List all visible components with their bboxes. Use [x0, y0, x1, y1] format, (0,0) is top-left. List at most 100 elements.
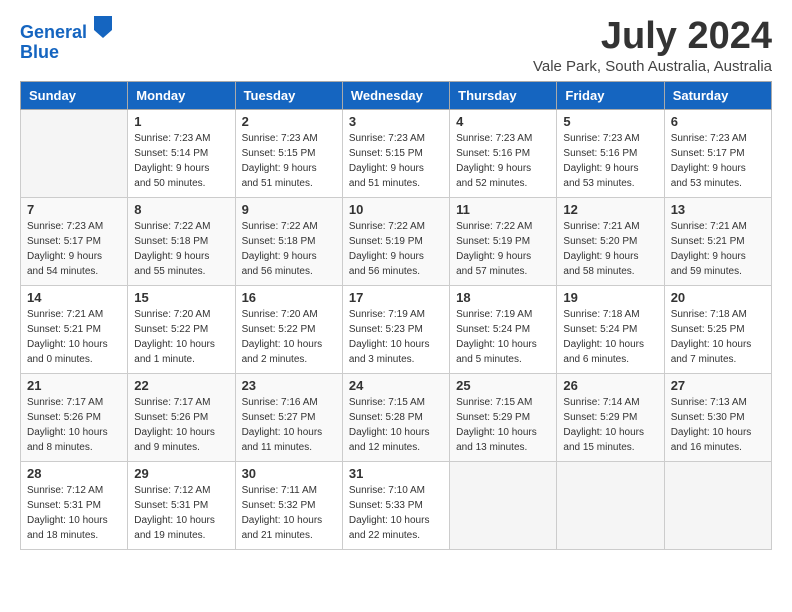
day-cell: 25 Sunrise: 7:15 AM Sunset: 5:29 PM Dayli… — [450, 373, 557, 461]
day-info: Sunrise: 7:18 AM Sunset: 5:25 PM Dayligh… — [671, 307, 765, 367]
day-cell: 22 Sunrise: 7:17 AM Sunset: 5:26 PM Dayli… — [128, 373, 235, 461]
day-cell: 30Sunrise: 7:11 AM Sunset: 5:32 PM Dayli… — [235, 461, 342, 549]
day-number: 21 — [27, 378, 121, 393]
month-title: July 2024 — [533, 16, 772, 58]
day-info: Sunrise: 7:17 AM Sunset: 5:26 PM Dayligh… — [27, 395, 121, 455]
day-number: 31 — [349, 466, 443, 481]
day-number: 22 — [134, 378, 228, 393]
day-info: Sunrise: 7:11 AM Sunset: 5:32 PM Dayligh… — [242, 483, 336, 543]
day-info: Sunrise: 7:15 AM Sunset: 5:28 PM Dayligh… — [349, 395, 443, 455]
day-cell: 9Sunrise: 7:22 AM Sunset: 5:18 PM Daylig… — [235, 197, 342, 285]
day-info: Sunrise: 7:23 AM Sunset: 5:16 PM Dayligh… — [456, 131, 550, 191]
day-cell: 29Sunrise: 7:12 AM Sunset: 5:31 PM Dayli… — [128, 461, 235, 549]
day-info: Sunrise: 7:17 AM Sunset: 5:26 PM Dayligh… — [134, 395, 228, 455]
day-cell: 24 Sunrise: 7:15 AM Sunset: 5:28 PM Dayli… — [342, 373, 449, 461]
day-number: 27 — [671, 378, 765, 393]
day-cell: 7 Sunrise: 7:23 AM Sunset: 5:17 PM Daylig… — [21, 197, 128, 285]
week-row-2: 7 Sunrise: 7:23 AM Sunset: 5:17 PM Daylig… — [21, 197, 772, 285]
day-info: Sunrise: 7:12 AM Sunset: 5:31 PM Dayligh… — [134, 483, 228, 543]
day-number: 23 — [242, 378, 336, 393]
day-info: Sunrise: 7:16 AM Sunset: 5:27 PM Dayligh… — [242, 395, 336, 455]
day-number: 20 — [671, 290, 765, 305]
col-header-sunday: Sunday — [21, 81, 128, 109]
day-cell: 8Sunrise: 7:22 AM Sunset: 5:18 PM Daylig… — [128, 197, 235, 285]
logo-blue: Blue — [20, 43, 112, 63]
day-cell: 21 Sunrise: 7:17 AM Sunset: 5:26 PM Dayli… — [21, 373, 128, 461]
day-info: Sunrise: 7:19 AM Sunset: 5:24 PM Dayligh… — [456, 307, 550, 367]
day-info: Sunrise: 7:13 AM Sunset: 5:30 PM Dayligh… — [671, 395, 765, 455]
day-info: Sunrise: 7:22 AM Sunset: 5:19 PM Dayligh… — [349, 219, 443, 279]
day-info: Sunrise: 7:10 AM Sunset: 5:33 PM Dayligh… — [349, 483, 443, 543]
day-cell: 5Sunrise: 7:23 AM Sunset: 5:16 PM Daylig… — [557, 109, 664, 197]
day-cell: 27 Sunrise: 7:13 AM Sunset: 5:30 PM Dayli… — [664, 373, 771, 461]
day-cell: 28Sunrise: 7:12 AM Sunset: 5:31 PM Dayli… — [21, 461, 128, 549]
day-number: 5 — [563, 114, 657, 129]
day-info: Sunrise: 7:22 AM Sunset: 5:18 PM Dayligh… — [134, 219, 228, 279]
day-info: Sunrise: 7:23 AM Sunset: 5:17 PM Dayligh… — [671, 131, 765, 191]
day-number: 19 — [563, 290, 657, 305]
day-number: 24 — [349, 378, 443, 393]
day-number: 1 — [134, 114, 228, 129]
day-cell: 17Sunrise: 7:19 AM Sunset: 5:23 PM Dayli… — [342, 285, 449, 373]
day-cell: 12 Sunrise: 7:21 AM Sunset: 5:20 PM Dayli… — [557, 197, 664, 285]
day-cell: 14 Sunrise: 7:21 AM Sunset: 5:21 PM Dayli… — [21, 285, 128, 373]
day-cell: 3 Sunrise: 7:23 AM Sunset: 5:15 PM Daylig… — [342, 109, 449, 197]
location-title: Vale Park, South Australia, Australia — [533, 58, 772, 75]
col-header-thursday: Thursday — [450, 81, 557, 109]
day-number: 14 — [27, 290, 121, 305]
calendar-header-row: SundayMondayTuesdayWednesdayThursdayFrid… — [21, 81, 772, 109]
day-cell — [557, 461, 664, 549]
day-cell: 31 Sunrise: 7:10 AM Sunset: 5:33 PM Dayli… — [342, 461, 449, 549]
col-header-saturday: Saturday — [664, 81, 771, 109]
day-info: Sunrise: 7:23 AM Sunset: 5:17 PM Dayligh… — [27, 219, 121, 279]
day-info: Sunrise: 7:21 AM Sunset: 5:21 PM Dayligh… — [671, 219, 765, 279]
title-block: July 2024 Vale Park, South Australia, Au… — [533, 16, 772, 75]
day-info: Sunrise: 7:23 AM Sunset: 5:15 PM Dayligh… — [349, 131, 443, 191]
day-number: 25 — [456, 378, 550, 393]
logo: General Blue — [20, 16, 112, 63]
day-info: Sunrise: 7:22 AM Sunset: 5:19 PM Dayligh… — [456, 219, 550, 279]
calendar-table: SundayMondayTuesdayWednesdayThursdayFrid… — [20, 81, 772, 550]
day-number: 13 — [671, 202, 765, 217]
day-number: 11 — [456, 202, 550, 217]
day-info: Sunrise: 7:20 AM Sunset: 5:22 PM Dayligh… — [134, 307, 228, 367]
col-header-tuesday: Tuesday — [235, 81, 342, 109]
day-info: Sunrise: 7:21 AM Sunset: 5:21 PM Dayligh… — [27, 307, 121, 367]
day-number: 7 — [27, 202, 121, 217]
header: General Blue July 2024 Vale Park, South … — [20, 16, 772, 75]
day-cell — [450, 461, 557, 549]
day-cell: 4 Sunrise: 7:23 AM Sunset: 5:16 PM Daylig… — [450, 109, 557, 197]
day-cell: 13 Sunrise: 7:21 AM Sunset: 5:21 PM Dayli… — [664, 197, 771, 285]
week-row-1: 1Sunrise: 7:23 AM Sunset: 5:14 PM Daylig… — [21, 109, 772, 197]
day-number: 26 — [563, 378, 657, 393]
col-header-wednesday: Wednesday — [342, 81, 449, 109]
day-number: 3 — [349, 114, 443, 129]
day-cell: 2Sunrise: 7:23 AM Sunset: 5:15 PM Daylig… — [235, 109, 342, 197]
day-info: Sunrise: 7:19 AM Sunset: 5:23 PM Dayligh… — [349, 307, 443, 367]
day-cell: 20 Sunrise: 7:18 AM Sunset: 5:25 PM Dayli… — [664, 285, 771, 373]
day-cell: 18 Sunrise: 7:19 AM Sunset: 5:24 PM Dayli… — [450, 285, 557, 373]
day-cell: 1Sunrise: 7:23 AM Sunset: 5:14 PM Daylig… — [128, 109, 235, 197]
col-header-friday: Friday — [557, 81, 664, 109]
col-header-monday: Monday — [128, 81, 235, 109]
day-number: 16 — [242, 290, 336, 305]
day-cell: 16 Sunrise: 7:20 AM Sunset: 5:22 PM Dayli… — [235, 285, 342, 373]
day-cell: 19 Sunrise: 7:18 AM Sunset: 5:24 PM Dayli… — [557, 285, 664, 373]
day-cell: 23 Sunrise: 7:16 AM Sunset: 5:27 PM Dayli… — [235, 373, 342, 461]
day-number: 12 — [563, 202, 657, 217]
week-row-5: 28 Sunrise: 7:12 AM Sunset: 5:31 PM Dayli… — [21, 461, 772, 549]
day-info: Sunrise: 7:21 AM Sunset: 5:20 PM Dayligh… — [563, 219, 657, 279]
day-number: 4 — [456, 114, 550, 129]
day-cell: 10Sunrise: 7:22 AM Sunset: 5:19 PM Dayli… — [342, 197, 449, 285]
day-info: Sunrise: 7:18 AM Sunset: 5:24 PM Dayligh… — [563, 307, 657, 367]
day-number: 18 — [456, 290, 550, 305]
day-cell — [21, 109, 128, 197]
day-cell — [664, 461, 771, 549]
week-row-3: 14 Sunrise: 7:21 AM Sunset: 5:21 PM Dayli… — [21, 285, 772, 373]
day-number: 2 — [242, 114, 336, 129]
day-info: Sunrise: 7:15 AM Sunset: 5:29 PM Dayligh… — [456, 395, 550, 455]
day-number: 28 — [27, 466, 121, 481]
week-row-4: 21 Sunrise: 7:17 AM Sunset: 5:26 PM Dayli… — [21, 373, 772, 461]
day-info: Sunrise: 7:14 AM Sunset: 5:29 PM Dayligh… — [563, 395, 657, 455]
day-info: Sunrise: 7:20 AM Sunset: 5:22 PM Dayligh… — [242, 307, 336, 367]
